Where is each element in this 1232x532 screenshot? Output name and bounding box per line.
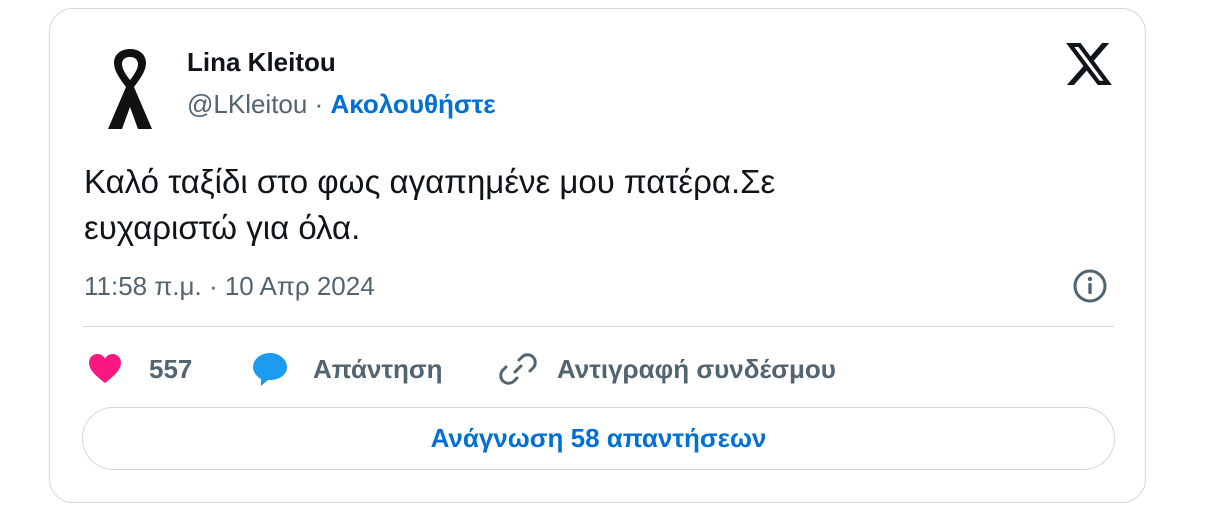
handle-separator: · [314,89,324,119]
read-replies-button[interactable]: Ανάγνωση 58 απαντήσεων [82,407,1115,470]
like-button[interactable]: 557 [86,349,192,389]
tweet-text-line: ευχαριστώ για όλα. [84,209,361,246]
heart-icon [89,354,121,383]
reply-label: Απάντηση [313,353,443,384]
divider [83,326,1114,327]
copy-link-button[interactable]: Αντιγραφή συνδέσμου [499,349,836,389]
author-handle[interactable]: @LKleitou [187,89,307,119]
tweet-timestamp[interactable]: 11:58 π.μ. · 10 Απρ 2024 [84,271,375,302]
handle-row: @LKleitou · Ακολουθήστε [187,89,496,120]
author-name[interactable]: Lina Kleitou [187,47,336,78]
tweet-card: Lina Kleitou @LKleitou · Ακολουθήστε Καλ… [49,8,1146,503]
black-ribbon-icon[interactable] [102,45,158,131]
reply-button[interactable]: Απάντηση [251,349,443,389]
like-count: 557 [149,353,193,384]
copy-link-label: Αντιγραφή συνδέσμου [557,353,836,384]
info-icon[interactable] [1072,268,1108,304]
tweet-text-line: Καλό ταξίδι στο φως αγαπημένε μου πατέρα… [84,163,776,200]
x-logo-icon[interactable] [1066,43,1112,85]
tweet-text: Καλό ταξίδι στο φως αγαπημένε μου πατέρα… [84,159,984,251]
follow-link[interactable]: Ακολουθήστε [331,89,496,119]
speech-bubble-icon [253,353,287,386]
link-icon [499,353,537,385]
